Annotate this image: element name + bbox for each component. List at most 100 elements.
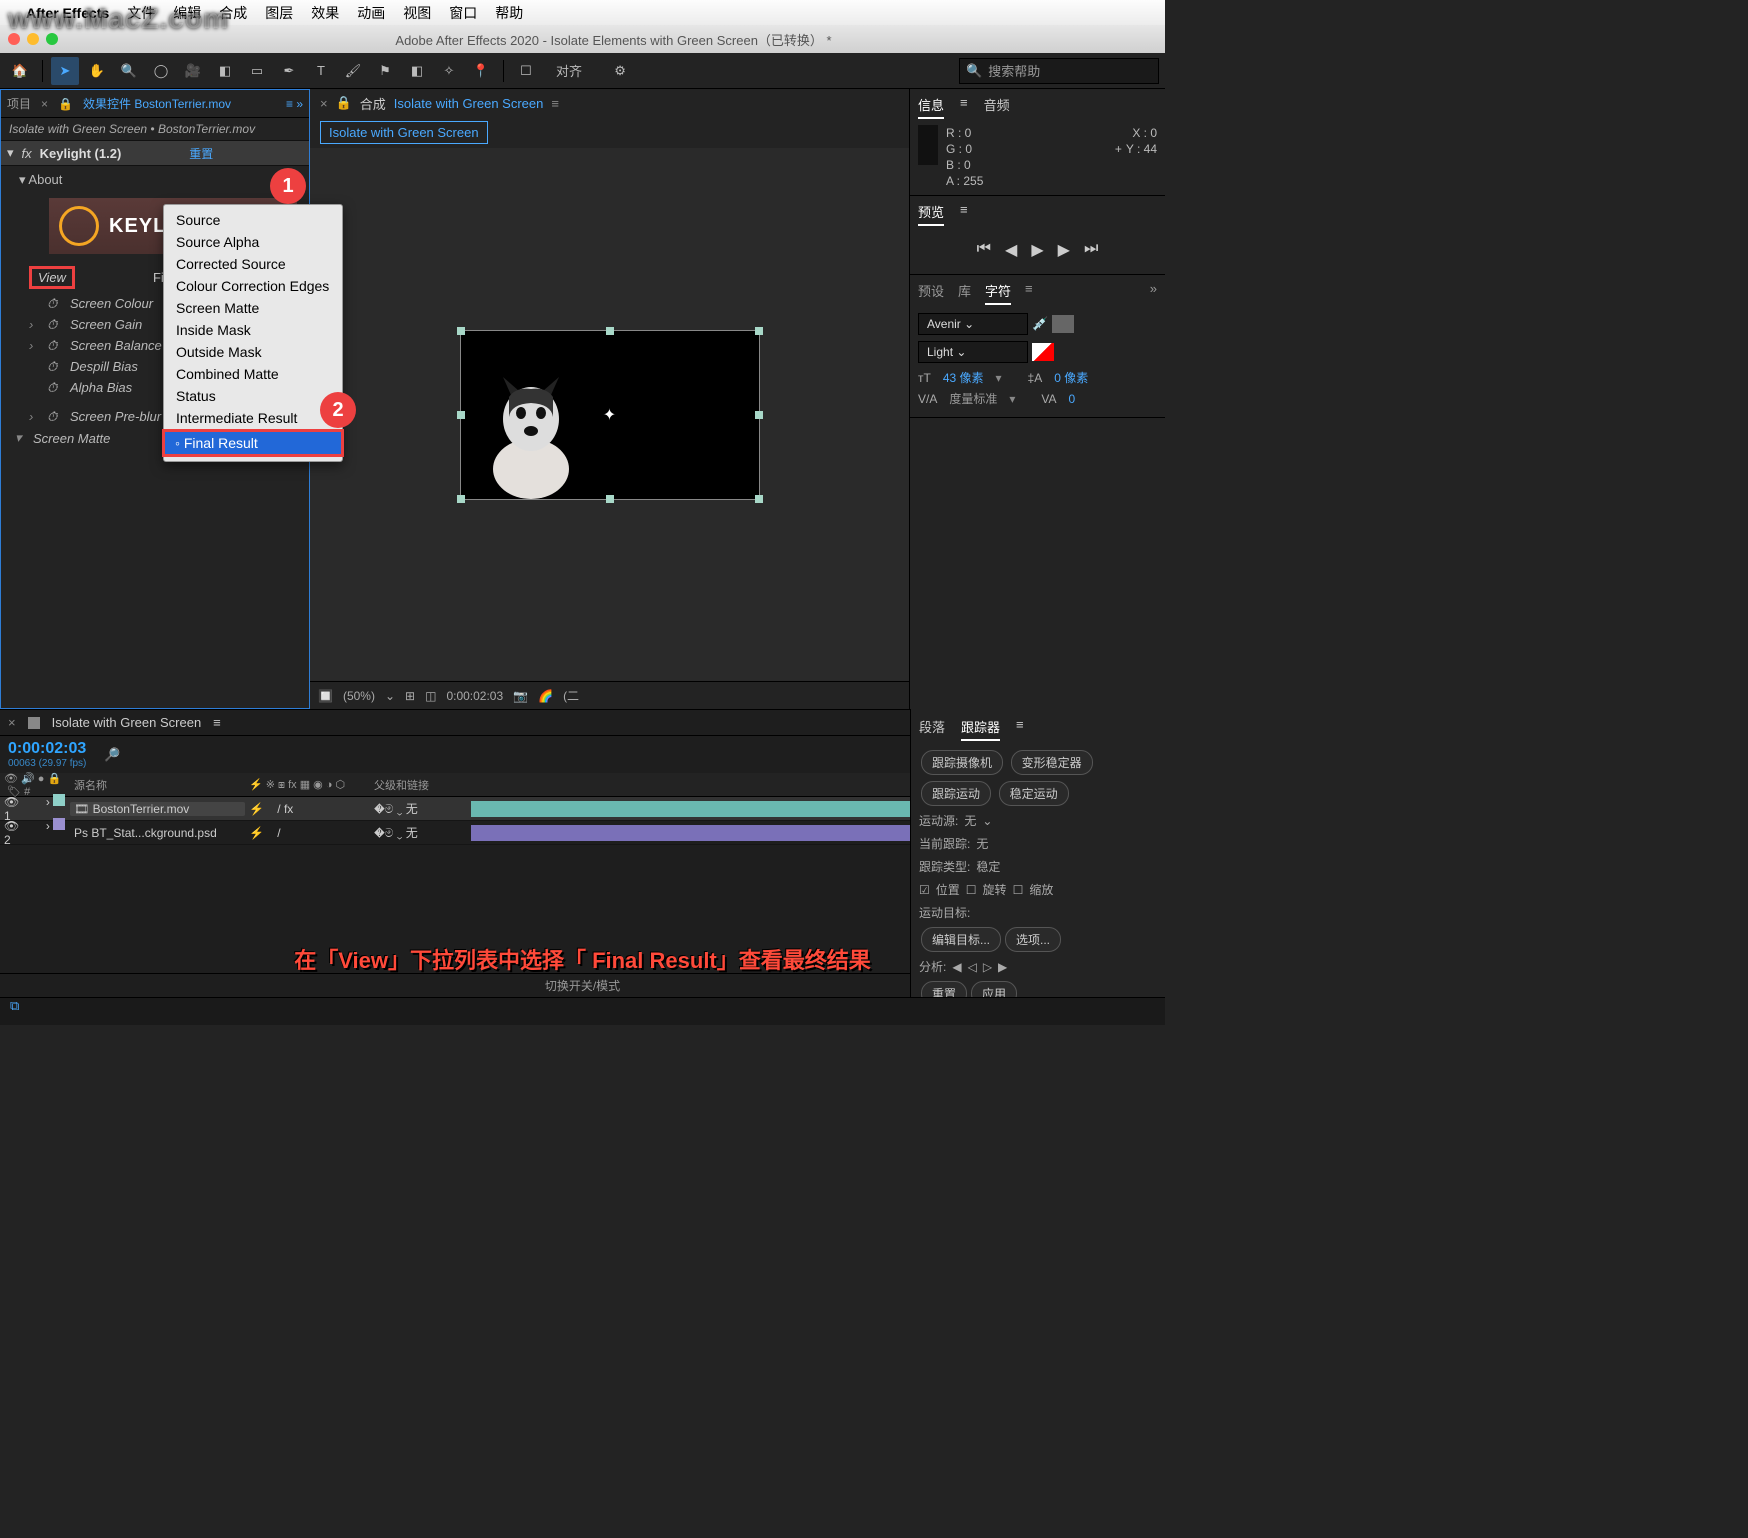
prev-frame-icon[interactable]: ◀	[1005, 240, 1017, 260]
dd-intermediate[interactable]: Intermediate Result	[164, 407, 342, 429]
camera-tool-icon[interactable]: 🎥	[179, 57, 207, 85]
layer-name[interactable]: BT_Stat...ckground.psd	[91, 826, 216, 840]
timecode-display[interactable]: 0:00:02:03	[8, 740, 86, 758]
tab-presets[interactable]: 预设	[918, 281, 944, 305]
handle-icon[interactable]	[755, 495, 763, 503]
dd-status[interactable]: Status	[164, 385, 342, 407]
zoom-value[interactable]: (50%)	[343, 689, 375, 703]
tab-preview[interactable]: 预览	[918, 202, 944, 226]
pan-behind-icon[interactable]: ◧	[211, 57, 239, 85]
snapping-icon[interactable]: ☐	[512, 57, 540, 85]
track-type-dropdown[interactable]: 稳定	[976, 858, 1000, 875]
view-dropdown-menu[interactable]: Source Source Alpha Corrected Source Col…	[163, 204, 343, 462]
stopwatch-icon[interactable]: ⏱	[47, 296, 62, 311]
font-size-value[interactable]: 43 像素	[943, 369, 984, 386]
kerning-value[interactable]: 度量标准	[949, 390, 997, 407]
first-frame-icon[interactable]: ⏮	[977, 240, 991, 260]
stopwatch-icon[interactable]: ⏱	[47, 380, 62, 395]
tracking-value[interactable]: 0	[1069, 392, 1076, 406]
comp-name-chip[interactable]: Isolate with Green Screen	[320, 121, 488, 144]
rectangle-tool-icon[interactable]: ▭	[243, 57, 271, 85]
tab-effect-controls[interactable]: 效果控件 BostonTerrier.mov	[83, 95, 231, 112]
play-icon[interactable]: ▶	[1031, 240, 1043, 260]
menu-view[interactable]: 视图	[403, 3, 431, 23]
reset-button[interactable]: 重置	[189, 145, 213, 162]
handle-icon[interactable]	[457, 495, 465, 503]
tab-paragraph[interactable]: 段落	[919, 717, 945, 741]
rot-checkbox[interactable]: ☐	[966, 883, 977, 897]
dd-inside-mask[interactable]: Inside Mask	[164, 319, 342, 341]
lock-icon[interactable]: 🔒	[336, 95, 352, 111]
tab-audio[interactable]: 音频	[984, 95, 1010, 119]
close-icon[interactable]	[8, 33, 20, 45]
close-tab-icon[interactable]: ×	[41, 97, 48, 111]
close-tab-icon[interactable]: ×	[8, 715, 16, 730]
chevron-down-icon[interactable]: ⌄	[385, 689, 395, 703]
menu-layer[interactable]: 图层	[265, 3, 293, 23]
search-input[interactable]: 🔍 搜索帮助	[959, 58, 1159, 84]
col-source-name[interactable]: 源名称	[70, 777, 245, 793]
track-camera-button[interactable]: 跟踪摄像机	[921, 750, 1003, 775]
stopwatch-icon[interactable]: ⏱	[47, 359, 62, 374]
preview-frame[interactable]: ✦	[460, 330, 760, 500]
about-row[interactable]: ▾ About	[1, 166, 309, 194]
dd-corrected-source[interactable]: Corrected Source	[164, 253, 342, 275]
eyedropper-icon[interactable]: 💉	[1032, 316, 1048, 332]
menu-effect[interactable]: 效果	[311, 3, 339, 23]
dd-cc-edges[interactable]: Colour Correction Edges	[164, 275, 342, 297]
leading-value[interactable]: 0 像素	[1054, 369, 1088, 386]
panel-menu-icon[interactable]: ≡ »	[286, 97, 303, 111]
dd-final-result[interactable]: Final Result	[162, 429, 344, 457]
tab-info[interactable]: 信息	[918, 95, 944, 119]
brush-tool-icon[interactable]: 🖌	[339, 57, 367, 85]
font-family-dropdown[interactable]: Avenir ⌄	[918, 313, 1028, 335]
orbit-tool-icon[interactable]: ◯	[147, 57, 175, 85]
stopwatch-icon[interactable]: ⏱	[47, 338, 62, 353]
toggle-switches-button[interactable]: 切换开关/模式	[545, 977, 620, 994]
handle-icon[interactable]	[755, 327, 763, 335]
status-icon[interactable]: ⧉	[0, 992, 29, 1019]
menu-edit[interactable]: 编辑	[173, 3, 201, 23]
mask-icon[interactable]: ◫	[425, 689, 436, 703]
eraser-tool-icon[interactable]: ◧	[403, 57, 431, 85]
tab-character[interactable]: 字符	[985, 281, 1011, 305]
timecode-value[interactable]: 0:00:02:03	[446, 689, 503, 703]
tab-comp-name[interactable]: Isolate with Green Screen	[394, 96, 544, 111]
handle-icon[interactable]	[755, 411, 763, 419]
dd-combined-matte[interactable]: Combined Matte	[164, 363, 342, 385]
puppet-tool-icon[interactable]: 📍	[467, 57, 495, 85]
menu-animation[interactable]: 动画	[357, 3, 385, 23]
home-icon[interactable]: 🏠	[6, 57, 34, 85]
zoom-tool-icon[interactable]: 🔍	[115, 57, 143, 85]
handle-icon[interactable]	[606, 327, 614, 335]
magnify-icon[interactable]: 🔲	[318, 689, 333, 703]
col-parent[interactable]: 父级和链接	[370, 777, 465, 793]
menu-window[interactable]: 窗口	[449, 3, 477, 23]
stabilize-motion-button[interactable]: 稳定运动	[999, 781, 1069, 806]
workspace-icon[interactable]: ⚙	[606, 57, 634, 85]
current-track-dropdown[interactable]: 无	[976, 835, 988, 852]
camera-icon[interactable]: 📷	[513, 689, 528, 703]
menu-file[interactable]: 文件	[127, 3, 155, 23]
dd-source-alpha[interactable]: Source Alpha	[164, 231, 342, 253]
fill-swatch[interactable]	[1052, 315, 1074, 333]
stopwatch-icon[interactable]: ⏱	[47, 409, 62, 424]
scale-checkbox[interactable]: ☐	[1013, 883, 1024, 897]
chevron-down-icon[interactable]: ▾	[7, 145, 14, 161]
text-tool-icon[interactable]: T	[307, 57, 335, 85]
timeline-comp-name[interactable]: Isolate with Green Screen	[52, 715, 202, 730]
tab-library[interactable]: 库	[958, 281, 971, 305]
menu-help[interactable]: 帮助	[495, 3, 523, 23]
stamp-tool-icon[interactable]: ⚑	[371, 57, 399, 85]
tab-project[interactable]: 项目	[7, 95, 31, 112]
minimize-icon[interactable]	[27, 33, 39, 45]
pos-checkbox[interactable]: ☑	[919, 883, 930, 897]
close-tab-icon[interactable]: ×	[320, 96, 328, 111]
handle-icon[interactable]	[457, 327, 465, 335]
menubar-app[interactable]: After Effects	[26, 5, 109, 21]
last-frame-icon[interactable]: ⏭	[1084, 240, 1098, 260]
grid-icon[interactable]: ⊞	[405, 689, 415, 703]
tab-tracker[interactable]: 跟踪器	[961, 717, 1000, 741]
snapping-label[interactable]: 对齐	[556, 61, 582, 80]
handle-icon[interactable]	[457, 411, 465, 419]
